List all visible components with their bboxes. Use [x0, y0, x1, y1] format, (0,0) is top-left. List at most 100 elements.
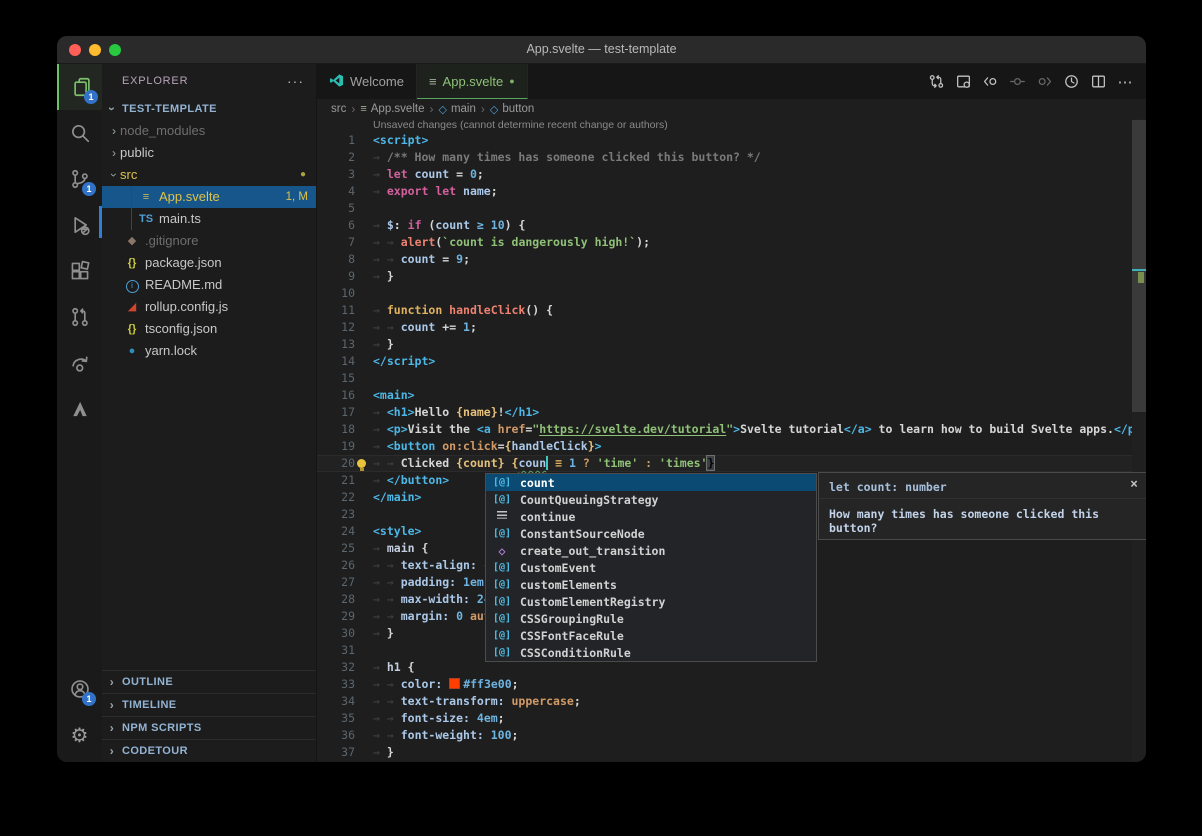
code-line-3[interactable]: 3→ let count = 0; — [317, 166, 1146, 183]
activity-item-source-control[interactable]: 1 — [57, 156, 102, 202]
breadcrumb-item-src[interactable]: src — [331, 103, 346, 115]
editor-scrollbar — [1132, 119, 1146, 762]
line-number: 12 — [317, 319, 355, 336]
line-number: 18 — [317, 421, 355, 438]
symbol-variable-icon: [@] — [490, 647, 514, 658]
tab-welcome[interactable]: Welcome — [317, 64, 417, 99]
sidebar-section-npm-scripts[interactable]: ›NPM SCRIPTS — [102, 716, 316, 739]
code-line-35[interactable]: 35→ → font-size: 4em; — [317, 710, 1146, 727]
breadcrumb-item-app-svelte[interactable]: ≡App.svelte — [360, 103, 424, 115]
code-line-34[interactable]: 34→ → text-transform: uppercase; — [317, 693, 1146, 710]
code-line-5[interactable]: 5 — [317, 200, 1146, 217]
svelte-file-icon: ≡ — [429, 74, 437, 89]
compare-changes-icon[interactable] — [927, 73, 945, 91]
suggest-label: CSSFontFaceRule — [520, 629, 624, 643]
suggest-item-cssgroupingrule[interactable]: [@]CSSGroupingRule — [486, 610, 816, 627]
tree-item-package-json[interactable]: {}package.json — [102, 252, 316, 274]
close-icon[interactable]: × — [1130, 477, 1138, 492]
line-number: 27 — [317, 574, 355, 591]
tree-item--gitignore[interactable]: ◆.gitignore — [102, 230, 316, 252]
code-line-2[interactable]: 2→ /** How many times has someone clicke… — [317, 149, 1146, 166]
suggest-item-cssfontfacerule[interactable]: [@]CSSFontFaceRule — [486, 627, 816, 644]
activity-item-azure[interactable] — [57, 386, 102, 432]
symbol-variable-icon: [@] — [490, 528, 514, 539]
code-line-16[interactable]: 16<main> — [317, 387, 1146, 404]
vscode-window: App.svelte — test-template 11 1⚙ EXPLORE… — [57, 36, 1146, 762]
code-line-9[interactable]: 9 → } — [317, 268, 1146, 285]
nav-back-icon[interactable] — [981, 73, 999, 91]
suggest-item-customelements[interactable]: [@]customElements — [486, 576, 816, 593]
activity-item-accounts[interactable]: 1 — [57, 666, 102, 712]
suggest-item-customevent[interactable]: [@]CustomEvent — [486, 559, 816, 576]
tree-item-app-svelte[interactable]: ≡App.svelte1, M — [102, 186, 316, 208]
code-text: → → color: #ff3e00; — [373, 676, 1146, 693]
suggest-item-customelementregistry[interactable]: [@]CustomElementRegistry — [486, 593, 816, 610]
tree-item-node-modules[interactable]: ›node_modules — [102, 120, 316, 142]
code-line-10[interactable]: 10 — [317, 285, 1146, 302]
tree-item-tsconfig-json[interactable]: {}tsconfig.json — [102, 318, 316, 340]
line-number: 26 — [317, 557, 355, 574]
tree-item-rollup-config-js[interactable]: ◢rollup.config.js — [102, 296, 316, 318]
activity-item-explorer[interactable]: 1 — [57, 64, 104, 110]
activity-item-run-debug[interactable] — [57, 202, 102, 248]
code-line-6[interactable]: 6→ $: if (count ≥ 10) { — [317, 217, 1146, 234]
tab-app-svelte[interactable]: ≡App.svelte● — [417, 64, 528, 99]
scrollbar-thumb[interactable] — [1132, 120, 1146, 412]
code-line-14[interactable]: 14</script> — [317, 353, 1146, 370]
suggest-item-count[interactable]: [@]count — [486, 474, 816, 491]
code-line-7[interactable]: 7→ → alert(`count is dangerously high!`)… — [317, 234, 1146, 251]
open-changes-icon[interactable] — [954, 73, 972, 91]
code-line-18[interactable]: 18→ <p>Visit the <a href="https://svelte… — [317, 421, 1146, 438]
code-editor[interactable]: Unsaved changes (cannot determine recent… — [317, 119, 1146, 762]
sidebar-section-timeline[interactable]: ›TIMELINE — [102, 693, 316, 716]
sidebar-section-codetour[interactable]: ›CODETOUR — [102, 739, 316, 762]
tree-item-main-ts[interactable]: TSmain.ts — [102, 208, 316, 230]
suggest-item-continue[interactable]: continue — [486, 508, 816, 525]
code-line-37[interactable]: 37→ } — [317, 744, 1146, 761]
more-actions-icon[interactable]: ⋯ — [1116, 73, 1134, 91]
code-line-19[interactable]: 19→ <button on:click={handleClick}> — [317, 438, 1146, 455]
breadcrumb-item-main[interactable]: ◇main — [438, 103, 475, 116]
code-line-13[interactable]: 13→ } — [317, 336, 1146, 353]
code-line-20[interactable]: 20→ → Clicked {count} {coun ≡ 1 ? 'time'… — [317, 455, 1146, 472]
tree-item-yarn-lock[interactable]: ●yarn.lock — [102, 340, 316, 362]
breadcrumb-label: App.svelte — [371, 103, 425, 115]
split-editor-icon[interactable] — [1089, 73, 1107, 91]
code-line-15[interactable]: 15 — [317, 370, 1146, 387]
activity-item-settings[interactable]: ⚙ — [57, 712, 102, 758]
timeline-icon[interactable] — [1062, 73, 1080, 91]
tree-item-public[interactable]: ›public — [102, 142, 316, 164]
code-line-8[interactable]: 8→ → count = 9; — [317, 251, 1146, 268]
suggest-item-countqueuingstrategy[interactable]: [@]CountQueuingStrategy — [486, 491, 816, 508]
code-line-33[interactable]: 33→ → color: #ff3e00; — [317, 676, 1146, 693]
tree-item-label: main.ts — [159, 208, 201, 230]
activity-item-github-pr[interactable] — [57, 294, 102, 340]
nav-forward-icon[interactable] — [1035, 73, 1053, 91]
activity-item-live-share[interactable] — [57, 340, 102, 386]
suggest-item-create_out_transition[interactable]: ◇create_out_transition — [486, 542, 816, 559]
breadcrumb-item-button[interactable]: ◇button — [490, 103, 534, 116]
line-number: 6 — [317, 217, 355, 234]
suggest-item-cssconditionrule[interactable]: [@]CSSConditionRule — [486, 644, 816, 661]
tree-item-readme-md[interactable]: iREADME.md — [102, 274, 316, 296]
suggest-item-constantsourcenode[interactable]: [@]ConstantSourceNode — [486, 525, 816, 542]
code-line-36[interactable]: 36→ → font-weight: 100; — [317, 727, 1146, 744]
line-number: 9 — [317, 268, 355, 285]
workspace-section-header[interactable]: › TEST-TEMPLATE — [102, 98, 316, 120]
tree-item-src[interactable]: ›src● — [102, 164, 316, 186]
tree-item-label: README.md — [145, 274, 222, 296]
code-line-4[interactable]: 4→ export let name; — [317, 183, 1146, 200]
gear-icon: ⚙ — [71, 723, 89, 748]
lightbulb-icon[interactable] — [357, 459, 366, 468]
explorer-more-actions-button[interactable]: ··· — [287, 64, 304, 98]
activity-item-extensions[interactable] — [57, 248, 102, 294]
nav-current-icon[interactable] — [1008, 73, 1026, 91]
sidebar-section-outline[interactable]: ›OUTLINE — [102, 670, 316, 693]
code-line-17[interactable]: 17→ <h1>Hello {name}!</h1> — [317, 404, 1146, 421]
code-line-11[interactable]: 11→ function handleClick() { — [317, 302, 1146, 319]
code-text: → } — [373, 268, 1146, 285]
code-line-1[interactable]: 1<script> — [317, 132, 1146, 149]
code-line-12[interactable]: 12→ → count += 1; — [317, 319, 1146, 336]
symbol-documentation: How many times has someone clicked this … — [819, 498, 1146, 535]
activity-item-search[interactable] — [57, 110, 102, 156]
